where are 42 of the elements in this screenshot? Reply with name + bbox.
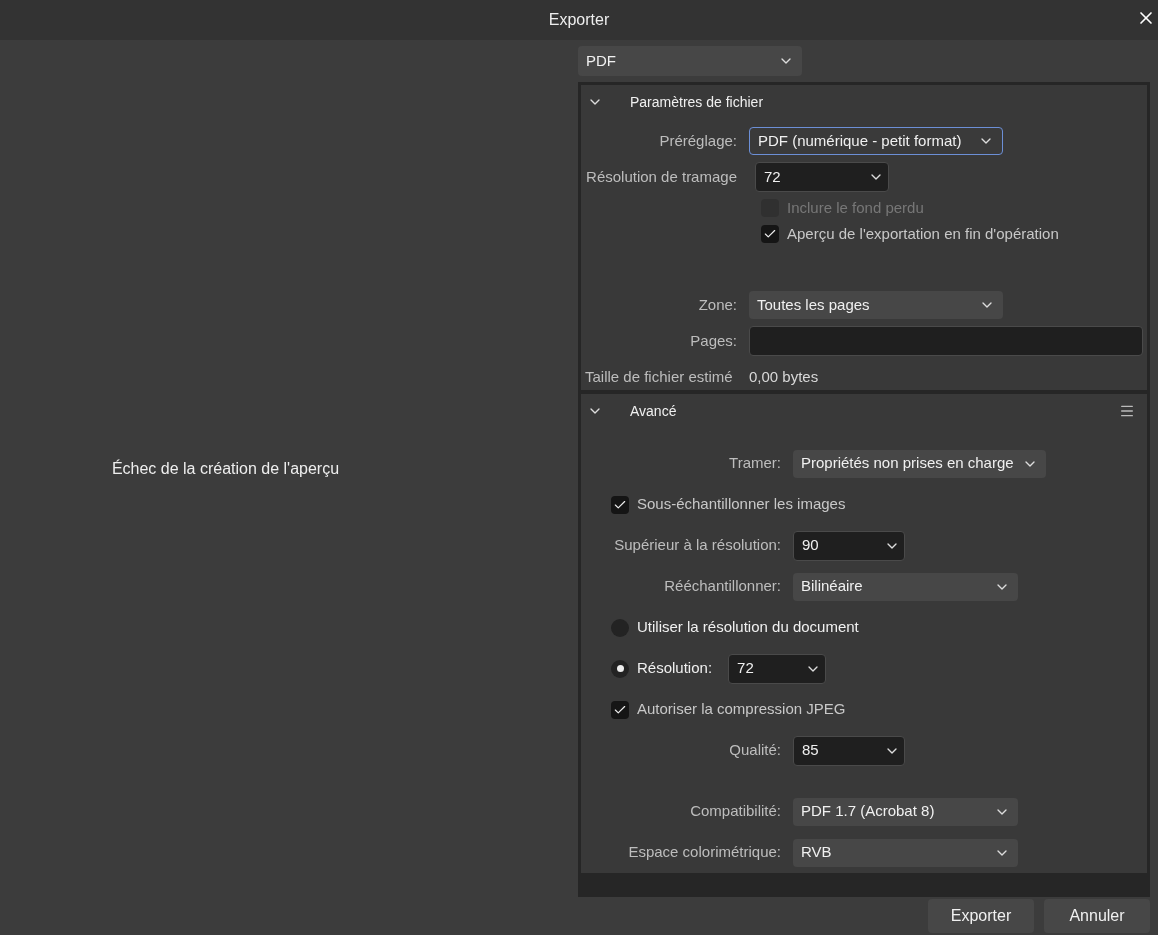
field-label: Taille de fichier estimé	[585, 366, 734, 387]
radio-label: Résolution:	[637, 658, 713, 679]
checkbox-label: Inclure le fond perdu	[787, 197, 924, 218]
dropdown[interactable]: PDF 1.7 (Acrobat 8)	[793, 797, 1018, 826]
dropdown[interactable]: RVB	[793, 838, 1018, 867]
field-label: Qualité:	[728, 740, 782, 761]
field-label: Résolution de tramage	[585, 166, 738, 187]
combo-field[interactable]: 72	[755, 162, 889, 192]
dialog-button[interactable]: Exporter	[928, 899, 1034, 933]
field-label: Compatibilité:	[689, 801, 782, 822]
field-label: Rééchantillonner:	[663, 576, 782, 597]
section-title[interactable]: Paramètres de fichier	[630, 91, 1135, 113]
checkbox[interactable]	[611, 700, 629, 719]
checkbox[interactable]	[761, 225, 779, 243]
radio-label: Utiliser la résolution du document	[637, 617, 859, 638]
dropdown[interactable]: Propriétés non prises en charge	[793, 449, 1046, 478]
menu-icon[interactable]	[1119, 403, 1135, 419]
field-label: Zone:	[697, 294, 738, 315]
check-icon	[763, 227, 777, 241]
pages-input[interactable]	[749, 326, 1143, 356]
dropdown[interactable]: PDF	[578, 46, 802, 76]
checkbox-label: Aperçu de l'exportation en fin d'opération	[787, 223, 1059, 244]
preview-error-message: Échec de la création de l'aperçu	[111, 458, 340, 479]
field-label: Supérieur à la résolution:	[613, 535, 782, 556]
field-label: Tramer:	[728, 453, 782, 474]
field-label: Pages:	[689, 330, 738, 351]
dropdown[interactable]: PDF (numérique - petit format)	[749, 127, 1003, 155]
combo-field[interactable]: 90	[793, 530, 905, 561]
file-size-value: 0,00 bytes	[749, 366, 819, 387]
dropdown[interactable]: Bilinéaire	[793, 572, 1018, 601]
field-label: Espace colorimétrique:	[627, 842, 782, 863]
dialog-button[interactable]: Annuler	[1044, 899, 1150, 933]
checkbox-label: Sous-échantillonner les images	[637, 494, 846, 515]
combo-field[interactable]: 85	[793, 735, 905, 766]
radio-button[interactable]	[611, 659, 629, 678]
checkbox-label: Autoriser la compression JPEG	[637, 699, 846, 720]
section-title[interactable]: Avancé	[630, 400, 1119, 422]
window-title: Exporter	[548, 10, 610, 30]
combo-field[interactable]: 72	[728, 653, 827, 684]
field-label: Préréglage:	[658, 130, 738, 151]
dropdown[interactable]: Toutes les pages	[749, 291, 1003, 319]
checkbox[interactable]	[611, 495, 629, 514]
